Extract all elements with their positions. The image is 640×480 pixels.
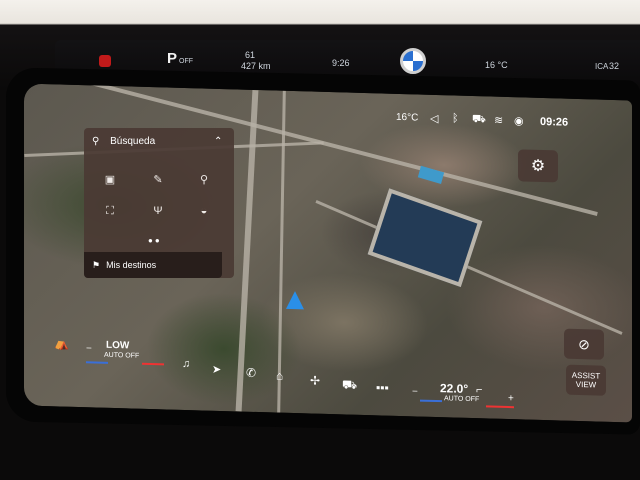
settings-button[interactable]: ⚙ — [518, 149, 558, 183]
seat-heat-icon[interactable]: ⛺ — [54, 336, 69, 350]
apps-icon[interactable]: ▪▪▪ — [376, 380, 389, 394]
left-minus[interactable]: − — [86, 343, 92, 354]
search-icon: ⚲ — [92, 136, 100, 147]
right-temp: 22.0° — [440, 381, 469, 396]
road — [235, 89, 259, 412]
bluetooth-icon: ᛒ — [452, 112, 459, 125]
home-icon[interactable]: ⌂ — [276, 369, 283, 383]
left-temp-bar-blue — [86, 361, 108, 364]
fan-icon[interactable]: ✢ — [310, 373, 320, 387]
gear-sub: OFF — [179, 58, 193, 65]
briefcase-icon[interactable]: ▣ — [90, 168, 130, 190]
sports-field — [367, 188, 483, 288]
chevron-up-icon[interactable]: ⌃ — [214, 136, 222, 147]
right-temp-bar-blue — [420, 399, 442, 403]
signal-icon: ◁ — [430, 112, 439, 126]
road — [277, 90, 286, 413]
left-auto-mode[interactable]: AUTO OFF — [104, 352, 139, 360]
restaurant-icon[interactable]: Ψ — [138, 200, 178, 222]
cursor-icon[interactable]: ➤ — [212, 363, 221, 376]
search-bar[interactable]: ⚲ Búsqueda — [92, 136, 155, 147]
assist-view-button[interactable]: ASSIST VIEW — [566, 364, 606, 396]
ica-label: ICA — [595, 62, 609, 71]
wifi-icon: ≋ — [494, 114, 504, 127]
gear-indicator: P — [167, 50, 178, 67]
cluster-time: 9:26 — [332, 58, 350, 68]
bmw-logo — [400, 48, 426, 74]
burger-icon[interactable]: ◒ — [184, 200, 224, 222]
no-eye-icon: ⊘ — [578, 335, 590, 352]
warning-icon — [99, 55, 111, 67]
car-menu-icon[interactable]: ⛟ — [342, 377, 357, 393]
range-sub: 427 km — [241, 61, 271, 71]
range-value: 61 — [245, 50, 256, 60]
flag-icon: ⚑ — [92, 259, 101, 270]
status-bar-time: 09:26 — [540, 115, 569, 129]
right-minus[interactable]: − — [412, 386, 418, 397]
picnic-icon[interactable]: ⛶ — [90, 200, 130, 222]
gear-icon: ⚙ — [530, 157, 546, 176]
my-destinations-button[interactable]: ⚑ Mis destinos — [84, 252, 222, 278]
charging-icon[interactable]: ⚲ — [184, 168, 224, 190]
right-plus[interactable]: + — [508, 393, 514, 404]
page-dots: ●● — [148, 236, 162, 245]
wrench-icon[interactable]: ✎ — [138, 168, 178, 190]
seat-icon[interactable]: ⌐ — [476, 384, 482, 396]
outside-temp: 16 °C — [485, 60, 508, 70]
mute-guidance-button[interactable]: ⊘ — [564, 328, 604, 360]
position-arrow-icon — [286, 290, 304, 310]
left-fan-level: LOW — [106, 339, 130, 352]
right-auto-mode[interactable]: AUTO OFF — [444, 395, 479, 403]
search-title: Búsqueda — [110, 136, 156, 147]
my-destinations-label: Mis destinos — [106, 260, 157, 270]
pool — [417, 165, 445, 185]
phone-icon[interactable]: ✆ — [246, 366, 256, 380]
ica-value: 32 — [609, 61, 620, 71]
car-icon: ⛟ — [472, 113, 486, 126]
right-temp-bar-red — [486, 405, 514, 409]
status-bar-temp: 16°C — [396, 111, 419, 124]
left-temp-bar-red — [142, 362, 164, 366]
music-icon[interactable]: ♫ — [182, 358, 190, 370]
account-icon: ◉ — [514, 115, 524, 128]
